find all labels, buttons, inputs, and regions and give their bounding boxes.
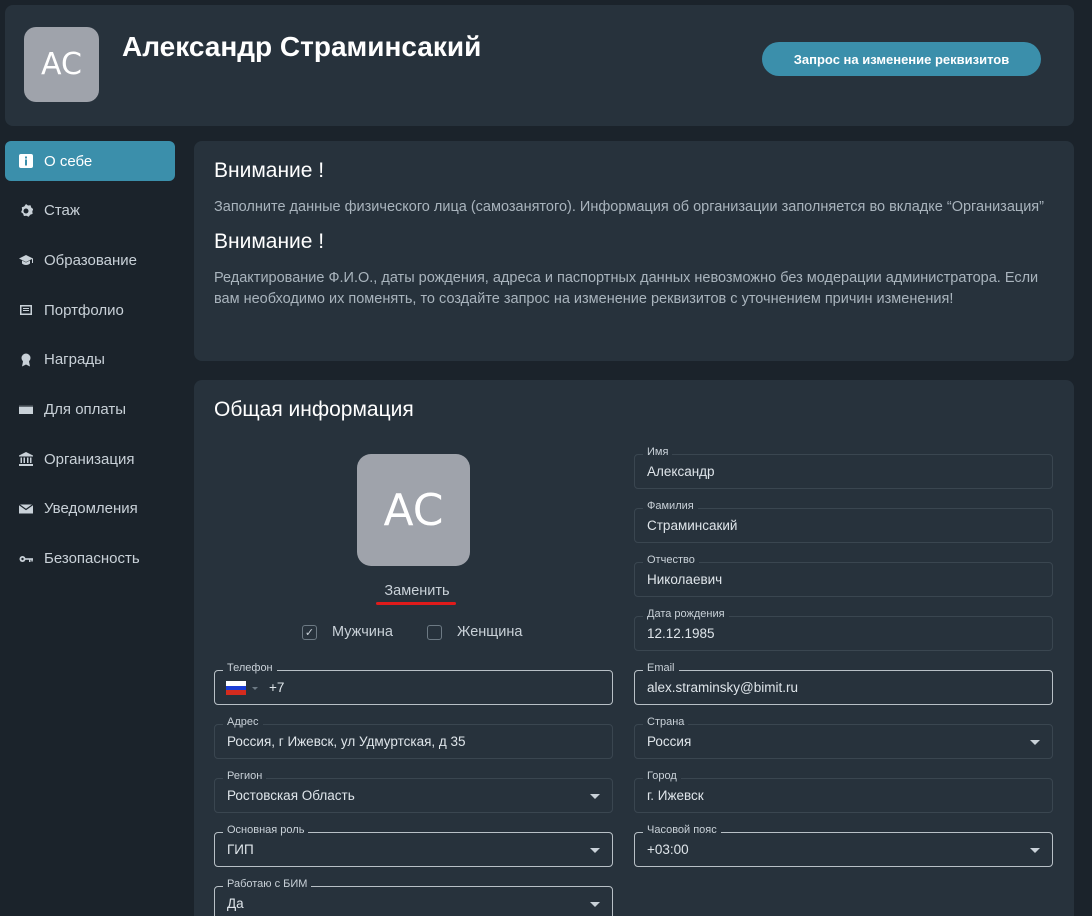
first-name-field[interactable]: Имя Александр xyxy=(634,446,1053,489)
russia-flag-icon[interactable] xyxy=(226,681,246,696)
chevron-down-icon xyxy=(590,794,600,799)
field-label: Основная роль xyxy=(223,824,309,836)
sidebar-item-portfolio[interactable]: Портфолио xyxy=(5,290,175,330)
male-checkbox[interactable]: ✓ xyxy=(302,624,317,640)
page-title: Александр Страминсакий xyxy=(122,31,482,62)
field-label: Работаю с БИМ xyxy=(223,878,312,890)
field-label: Регион xyxy=(223,770,267,782)
warning-card: Внимание ! Заполните данные физического … xyxy=(194,141,1074,361)
field-value: alex.straminsky@bimit.ru xyxy=(647,680,798,695)
last-name-field[interactable]: Фамилия Страминсакий xyxy=(634,500,1053,543)
gear-icon xyxy=(18,203,34,219)
field-value: +03:00 xyxy=(647,842,689,857)
gender-female-option[interactable]: Женщина xyxy=(427,624,522,640)
field-value: 12.12.1985 xyxy=(647,626,715,641)
chevron-down-icon xyxy=(252,687,258,690)
key-icon xyxy=(18,551,34,567)
sidebar-item-label: Портфолио xyxy=(44,301,124,319)
sidebar: О себе Стаж Образование Портфолио Наград… xyxy=(5,141,175,588)
bank-icon xyxy=(18,451,34,467)
sidebar-item-label: Для оплаты xyxy=(44,400,127,418)
sidebar-item-about[interactable]: О себе xyxy=(5,141,175,181)
field-label: Телефон xyxy=(223,662,277,674)
chevron-down-icon xyxy=(1030,740,1040,745)
birth-date-field[interactable]: Дата рождения 12.12.1985 xyxy=(634,608,1053,651)
field-value: Россия xyxy=(647,734,692,749)
warning-title: Внимание ! xyxy=(214,230,325,253)
female-checkbox[interactable] xyxy=(427,624,442,640)
sidebar-item-awards[interactable]: Награды xyxy=(5,340,175,380)
field-value: г. Ижевск xyxy=(647,788,704,803)
sidebar-item-label: Организация xyxy=(44,450,135,468)
sidebar-item-label: Награды xyxy=(44,351,105,369)
city-field[interactable]: Город г. Ижевск xyxy=(634,770,1053,813)
chevron-down-icon xyxy=(1030,848,1040,853)
award-icon xyxy=(18,352,34,368)
chevron-down-icon xyxy=(590,902,600,907)
field-value: Да xyxy=(227,896,244,911)
sidebar-item-label: Безопасность xyxy=(44,550,140,567)
warning-title: Внимание ! xyxy=(214,159,325,182)
section-title: Общая информация xyxy=(214,398,414,421)
sidebar-item-security[interactable]: Безопасность xyxy=(5,539,175,579)
email-field[interactable]: Email alex.straminsky@bimit.ru xyxy=(634,662,1053,705)
mail-icon xyxy=(18,501,34,517)
field-value: Ростовская Область xyxy=(227,788,355,803)
field-label: Фамилия xyxy=(643,500,698,512)
general-info-card: Общая информация AC Заменить ✓ Мужчина Ж… xyxy=(194,380,1074,916)
region-select[interactable]: Регион Ростовская Область xyxy=(214,770,613,813)
patronymic-field[interactable]: Отчество Николаевич xyxy=(634,554,1053,597)
phone-field[interactable]: Телефон +7 xyxy=(214,662,613,705)
field-label: Адрес xyxy=(223,716,263,728)
sidebar-item-label: Стаж xyxy=(44,202,80,220)
field-label: Email xyxy=(643,662,679,674)
chevron-down-icon xyxy=(590,848,600,853)
field-label: Имя xyxy=(643,446,673,458)
sidebar-item-organization[interactable]: Организация xyxy=(5,439,175,479)
field-label: Дата рождения xyxy=(643,608,729,620)
field-value: ГИП xyxy=(227,842,254,857)
sidebar-item-label: О себе xyxy=(44,152,93,170)
country-select[interactable]: Страна Россия xyxy=(634,716,1053,759)
graduation-cap-icon xyxy=(18,252,34,268)
field-value: Россия, г Ижевск, ул Удмуртская, д 35 xyxy=(227,734,466,749)
gender-male-label: Мужчина xyxy=(332,624,393,640)
role-select[interactable]: Основная роль ГИП xyxy=(214,824,613,867)
document-icon xyxy=(18,302,34,318)
wallet-icon xyxy=(18,401,34,417)
sidebar-item-experience[interactable]: Стаж xyxy=(5,191,175,231)
request-change-button[interactable]: Запрос на изменение реквизитов xyxy=(762,42,1041,76)
field-value: Страминсакий xyxy=(647,518,738,533)
sidebar-item-payment[interactable]: Для оплаты xyxy=(5,389,175,429)
replace-underline xyxy=(376,602,456,605)
sidebar-item-label: Образование xyxy=(44,251,137,269)
field-label: Страна xyxy=(643,716,689,728)
field-label: Город xyxy=(643,770,681,782)
avatar: AC xyxy=(24,27,99,102)
field-label: Часовой пояс xyxy=(643,824,721,836)
replace-photo-link[interactable]: Заменить xyxy=(377,583,457,599)
sidebar-item-label: Уведомления xyxy=(44,500,138,518)
gender-male-option[interactable]: ✓ Мужчина xyxy=(302,624,393,640)
profile-photo: AC xyxy=(357,454,470,566)
gender-female-label: Женщина xyxy=(457,624,523,640)
timezone-select[interactable]: Часовой пояс +03:00 xyxy=(634,824,1053,867)
field-value: Николаевич xyxy=(647,572,723,587)
address-field[interactable]: Адрес Россия, г Ижевск, ул Удмуртская, д… xyxy=(214,716,613,759)
warning-text: Заполните данные физического лица (самоз… xyxy=(214,199,1044,215)
info-icon xyxy=(18,153,34,169)
sidebar-item-education[interactable]: Образование xyxy=(5,240,175,280)
field-label: Отчество xyxy=(643,554,699,566)
field-value: Александр xyxy=(647,464,715,479)
field-value: +7 xyxy=(269,680,285,695)
bim-select[interactable]: Работаю с БИМ Да xyxy=(214,878,613,916)
profile-header: AC Александр Страминсакий Запрос на изме… xyxy=(5,5,1074,126)
warning-text: Редактирование Ф.И.О., даты рождения, ад… xyxy=(214,270,1039,307)
sidebar-item-notifications[interactable]: Уведомления xyxy=(5,489,175,529)
